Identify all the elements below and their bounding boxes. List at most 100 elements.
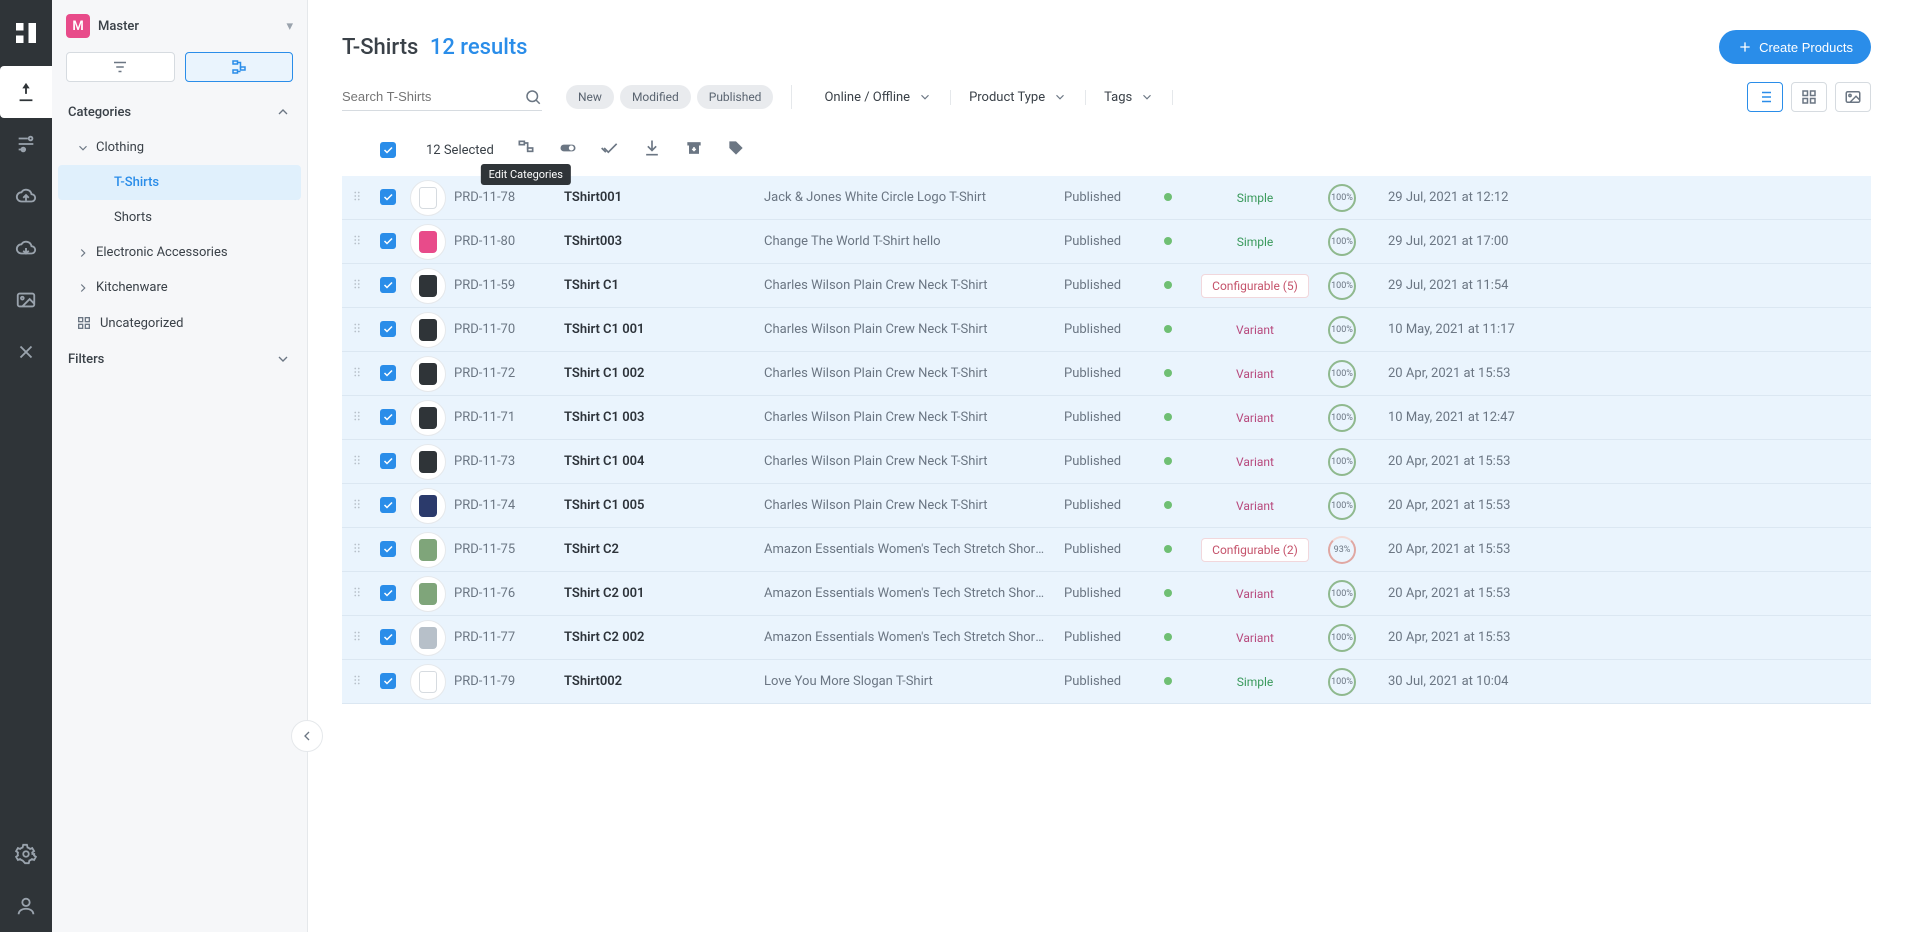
category-electronics[interactable]: Electronic Accessories [52, 235, 307, 270]
selected-count: 12 Selected [426, 143, 494, 158]
row-checkbox[interactable] [380, 321, 396, 337]
nav-sliders-icon[interactable] [0, 118, 52, 170]
category-kitchenware[interactable]: Kitchenware [52, 270, 307, 305]
sidebar-collapse-button[interactable] [291, 720, 323, 752]
product-sku: PRD-11-79 [446, 674, 556, 689]
row-checkbox[interactable] [380, 409, 396, 425]
sidebar-toggle-filter[interactable] [66, 52, 175, 82]
product-thumbnail [402, 488, 446, 524]
table-row[interactable]: PRD-11-74 TShirt C1 005 Charles Wilson P… [342, 484, 1871, 528]
bulk-approve[interactable] [600, 138, 620, 162]
table-row[interactable]: PRD-11-73 TShirt C1 004 Charles Wilson P… [342, 440, 1871, 484]
chip-published[interactable]: Published [697, 85, 774, 109]
nav-image-icon[interactable] [0, 274, 52, 326]
nav-rail [0, 0, 52, 932]
drag-handle-icon[interactable] [342, 277, 372, 295]
drag-handle-icon[interactable] [342, 497, 372, 515]
bulk-toggle[interactable] [558, 138, 578, 162]
table-row[interactable]: PRD-11-76 TShirt C2 001 Amazon Essential… [342, 572, 1871, 616]
nav-upload-icon[interactable] [0, 170, 52, 222]
product-type: Simple [1190, 231, 1320, 253]
row-checkbox[interactable] [380, 629, 396, 645]
channel-selector[interactable]: M Master ▾ [52, 0, 307, 52]
nav-download-icon[interactable] [0, 222, 52, 274]
product-description: Amazon Essentials Women's Tech Stretch S… [756, 586, 1056, 601]
drag-handle-icon[interactable] [342, 321, 372, 339]
category-uncategorized[interactable]: Uncategorized [52, 305, 307, 341]
status-dot [1156, 322, 1190, 337]
chevron-down-icon [1140, 90, 1154, 104]
product-status: Published [1056, 278, 1156, 293]
categories-header[interactable]: Categories [52, 94, 307, 130]
product-thumbnail [402, 356, 446, 392]
product-description: Change The World T-Shirt hello [756, 234, 1056, 249]
row-checkbox[interactable] [380, 497, 396, 513]
bulk-edit-categories[interactable]: Edit Categories [516, 138, 536, 162]
product-type: Configurable (5) [1190, 274, 1320, 298]
drag-handle-icon[interactable] [342, 673, 372, 691]
drag-handle-icon[interactable] [342, 365, 372, 383]
product-status: Published [1056, 498, 1156, 513]
bulk-archive[interactable] [684, 138, 704, 162]
channel-badge: M [66, 14, 90, 38]
table-row[interactable]: PRD-11-80 TShirt003 Change The World T-S… [342, 220, 1871, 264]
filter-online[interactable]: Online / Offline [806, 90, 951, 105]
sidebar-toggle-tree[interactable] [185, 52, 294, 82]
category-clothing[interactable]: Clothing [52, 130, 307, 165]
row-checkbox[interactable] [380, 541, 396, 557]
row-checkbox[interactable] [380, 233, 396, 249]
view-list-button[interactable] [1747, 82, 1783, 112]
bulk-tag[interactable] [726, 138, 746, 162]
row-checkbox[interactable] [380, 585, 396, 601]
drag-handle-icon[interactable] [342, 189, 372, 207]
row-checkbox[interactable] [380, 277, 396, 293]
nav-user-icon[interactable] [0, 880, 52, 932]
table-row[interactable]: PRD-11-70 TShirt C1 001 Charles Wilson P… [342, 308, 1871, 352]
create-products-button[interactable]: Create Products [1719, 30, 1871, 64]
table-row[interactable]: PRD-11-72 TShirt C1 002 Charles Wilson P… [342, 352, 1871, 396]
drag-handle-icon[interactable] [342, 453, 372, 471]
filter-product-type[interactable]: Product Type [951, 90, 1086, 105]
completeness-ring: 100% [1320, 316, 1380, 344]
chevron-right-icon [76, 246, 90, 260]
nav-products-icon[interactable] [0, 66, 52, 118]
row-checkbox[interactable] [380, 453, 396, 469]
product-date: 10 May, 2021 at 12:47 [1380, 410, 1550, 425]
filters-header[interactable]: Filters [52, 341, 307, 377]
table-row[interactable]: PRD-11-75 TShirt C2 Amazon Essentials Wo… [342, 528, 1871, 572]
drag-handle-icon[interactable] [342, 541, 372, 559]
select-all-checkbox[interactable] [380, 142, 396, 158]
chip-new[interactable]: New [566, 85, 614, 109]
drag-handle-icon[interactable] [342, 233, 372, 251]
product-description: Amazon Essentials Women's Tech Stretch S… [756, 630, 1056, 645]
drag-handle-icon[interactable] [342, 409, 372, 427]
create-products-label: Create Products [1759, 40, 1853, 55]
nav-tools-icon[interactable] [0, 326, 52, 378]
brand-logo [11, 18, 41, 48]
product-sku: PRD-11-72 [446, 366, 556, 381]
image-icon [1844, 88, 1862, 106]
row-checkbox[interactable] [380, 189, 396, 205]
view-image-button[interactable] [1835, 82, 1871, 112]
table-row[interactable]: PRD-11-59 TShirt C1 Charles Wilson Plain… [342, 264, 1871, 308]
filter-tags[interactable]: Tags [1086, 90, 1173, 105]
bulk-download[interactable] [642, 138, 662, 162]
chevron-left-icon [299, 728, 315, 744]
product-type: Variant [1190, 451, 1320, 473]
drag-handle-icon[interactable] [342, 585, 372, 603]
table-row[interactable]: PRD-11-79 TShirt002 Love You More Slogan… [342, 660, 1871, 704]
row-checkbox[interactable] [380, 673, 396, 689]
table-row[interactable]: PRD-11-78 TShirt001 Jack & Jones White C… [342, 176, 1871, 220]
status-dot [1156, 674, 1190, 689]
table-row[interactable]: PRD-11-71 TShirt C1 003 Charles Wilson P… [342, 396, 1871, 440]
row-checkbox[interactable] [380, 365, 396, 381]
chip-modified[interactable]: Modified [620, 85, 691, 109]
view-grid-button[interactable] [1791, 82, 1827, 112]
search-input[interactable] [342, 89, 524, 104]
category-shorts[interactable]: Shorts [58, 200, 301, 235]
table-row[interactable]: PRD-11-77 TShirt C2 002 Amazon Essential… [342, 616, 1871, 660]
drag-handle-icon[interactable] [342, 629, 372, 647]
product-type: Variant [1190, 495, 1320, 517]
category-tshirts[interactable]: T-Shirts [58, 165, 301, 200]
nav-settings-icon[interactable] [0, 828, 52, 880]
